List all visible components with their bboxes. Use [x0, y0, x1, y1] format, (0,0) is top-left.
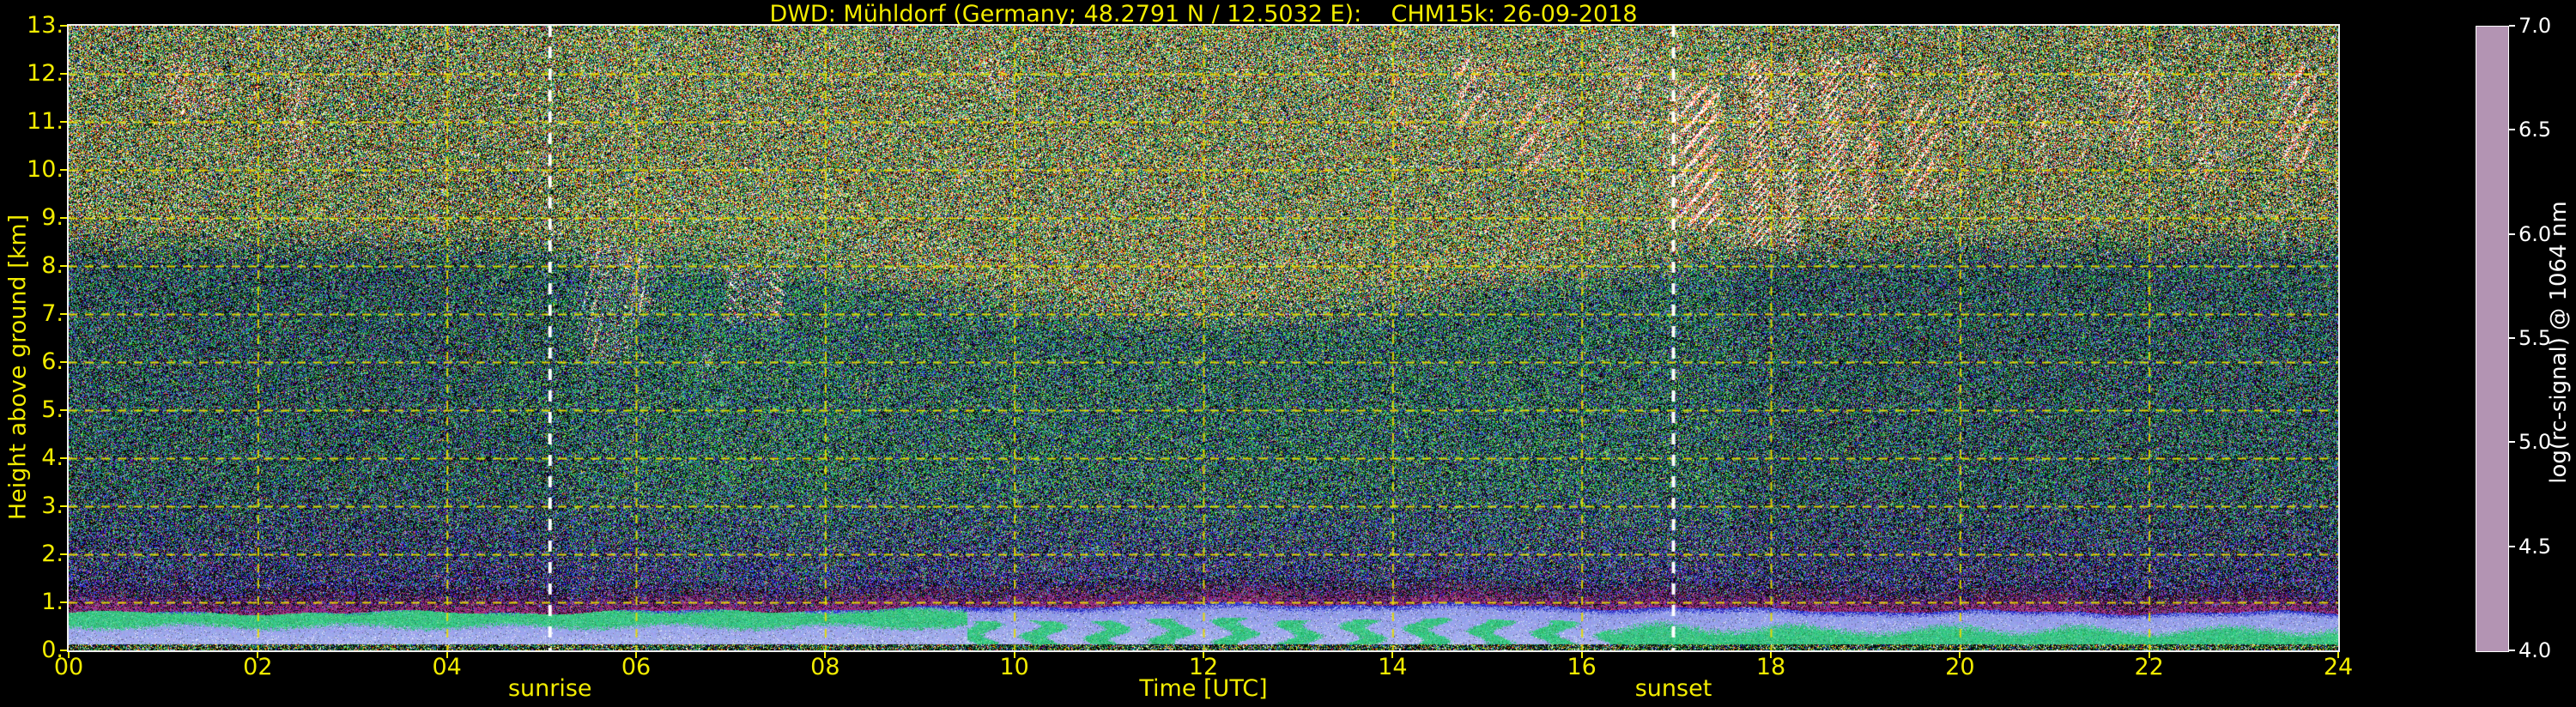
y-tick-label: 12. [27, 60, 64, 87]
y-tick-mark [60, 25, 67, 27]
y-tick-label: 3. [41, 492, 64, 519]
backscatter-heatmap[interactable] [69, 26, 2338, 650]
x-tick-mark [1959, 652, 1961, 658]
colorbar-tick-label: 4.0 [2518, 638, 2552, 662]
x-tick-mark [1391, 652, 1394, 658]
x-tick-mark [1580, 652, 1583, 658]
y-tick-label: 2. [41, 541, 64, 567]
colorbar-tick-mark [2509, 650, 2515, 651]
x-tick-mark [1770, 652, 1772, 658]
colorbar-tick-label: 4.5 [2518, 534, 2552, 559]
y-tick-label: 6. [41, 348, 64, 375]
y-tick-mark [60, 409, 67, 411]
colorbar-title: log(rc-signal) @ 1064 nm [2546, 201, 2572, 484]
y-tick-label: 0. [41, 637, 64, 663]
colorbar-tick-label: 7.0 [2518, 14, 2552, 38]
x-tick-mark [2148, 652, 2150, 658]
y-tick-label: 10. [27, 156, 64, 183]
y-tick-mark [60, 361, 67, 363]
colorbar-tick-mark [2509, 233, 2515, 235]
plot-frame [67, 24, 2340, 652]
y-tick-mark [60, 553, 67, 555]
y-tick-label: 9. [41, 204, 64, 231]
y-tick-mark [60, 601, 67, 603]
y-tick-label: 8. [41, 252, 64, 279]
sunset-label: sunset [1634, 675, 1712, 702]
x-tick-mark [1013, 652, 1015, 658]
colorbar-tick-mark [2509, 545, 2515, 547]
y-tick-label: 13. [27, 12, 64, 39]
colorbar-tick-mark [2509, 129, 2515, 131]
y-tick-label: 1. [41, 589, 64, 615]
y-tick-mark [60, 73, 67, 75]
y-tick-mark [60, 169, 67, 171]
colorbar-tick-label: 6.5 [2518, 118, 2552, 142]
x-tick-mark [445, 652, 448, 658]
x-tick-mark [824, 652, 827, 658]
y-tick-mark [60, 457, 67, 459]
y-tick-mark [60, 650, 67, 651]
y-tick-mark [60, 505, 67, 507]
sunrise-label: sunrise [507, 675, 592, 702]
colorbar [2476, 26, 2509, 652]
y-tick-label: 4. [41, 444, 64, 471]
y-tick-label: 5. [41, 396, 64, 423]
y-tick-mark [60, 313, 67, 315]
x-tick-mark [68, 652, 70, 658]
y-tick-label: 11. [27, 108, 64, 135]
y-tick-label: 7. [41, 300, 64, 327]
x-tick-mark [257, 652, 259, 658]
colorbar-tick-mark [2509, 25, 2515, 27]
y-tick-mark [60, 121, 67, 123]
colorbar-tick-mark [2509, 337, 2515, 339]
colorbar-tick-mark [2509, 441, 2515, 444]
x-tick-mark [1203, 652, 1204, 658]
x-tick-mark [635, 652, 637, 658]
y-tick-mark [60, 265, 67, 267]
y-tick-mark [60, 217, 67, 219]
x-tick-mark [2337, 652, 2339, 658]
